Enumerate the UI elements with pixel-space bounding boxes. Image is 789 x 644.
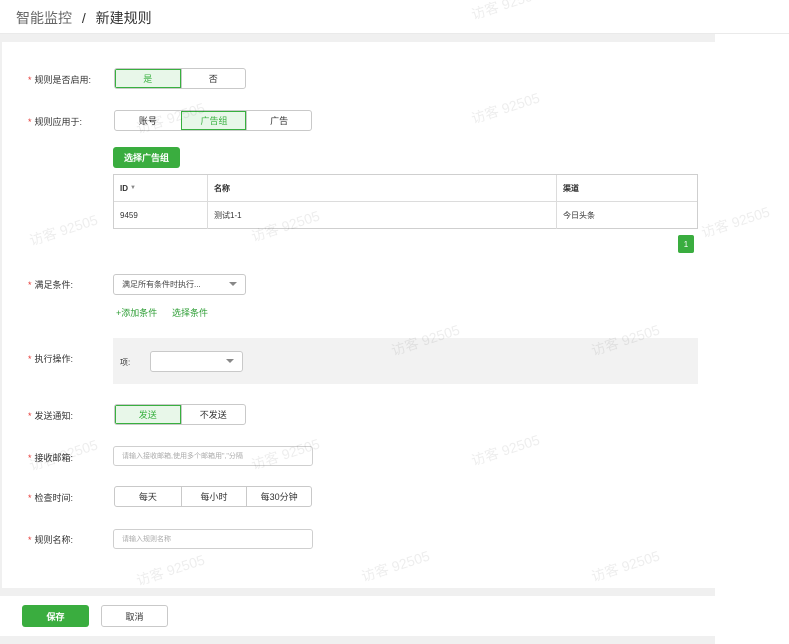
adgroup-table: ID ▼ 名称 渠道 9459 测试1-1 今日头条 — [113, 174, 698, 229]
form-card — [2, 42, 715, 588]
cancel-button[interactable]: 取消 — [101, 605, 168, 627]
breadcrumb: 智能监控 / 新建规则 — [16, 8, 152, 28]
enable-label: * 规则是否启用: — [28, 75, 92, 85]
rule-name-field[interactable]: 请输入规则名称 — [113, 529, 313, 549]
breadcrumb-root[interactable]: 智能监控 — [16, 10, 72, 26]
table-cell-channel: 今日头条 — [556, 202, 697, 229]
pagination-page-button[interactable]: 1 — [678, 235, 694, 253]
table-cell-id: 9459 — [120, 211, 138, 220]
apply-to-option-ad[interactable]: 广告 — [246, 111, 311, 130]
required-mark: * — [28, 75, 32, 85]
apply-to-label: * 规则应用于: — [28, 117, 83, 127]
condition-select-value: 满足所有条件时执行... — [122, 280, 201, 289]
sort-icon[interactable]: ▼ — [130, 185, 136, 191]
table-header-name: 名称 — [207, 175, 556, 201]
action-panel: 项: — [113, 338, 698, 384]
required-mark: * — [28, 280, 32, 290]
rule-name-label: * 规则名称: — [28, 535, 74, 545]
header-bar: 智能监控 / 新建规则 — [0, 0, 789, 34]
breadcrumb-separator: / — [81, 10, 86, 26]
condition-select[interactable]: 满足所有条件时执行... — [113, 274, 246, 295]
required-mark: * — [28, 453, 32, 463]
required-mark: * — [28, 117, 32, 127]
condition-label: * 满足条件: — [28, 280, 74, 290]
required-mark: * — [28, 411, 32, 421]
notify-label: * 发送通知: — [28, 411, 74, 421]
table-header-channel: 渠道 — [556, 175, 697, 201]
apply-to-option-account[interactable]: 账号 — [115, 111, 181, 130]
check-time-option-daily[interactable]: 每天 — [115, 487, 181, 506]
enable-toggle-group: 是 否 — [114, 68, 246, 89]
notify-option-no-send[interactable]: 不发送 — [180, 405, 246, 424]
enable-option-no[interactable]: 否 — [180, 69, 246, 88]
required-mark: * — [28, 535, 32, 545]
right-blank-area — [715, 0, 789, 644]
breadcrumb-current: 新建规则 — [95, 10, 152, 26]
add-condition-link[interactable]: +添加条件 — [116, 306, 157, 319]
email-field[interactable]: 请输入接收邮箱,使用多个邮箱用","分隔 — [113, 446, 313, 466]
notify-toggle-group: 发送 不发送 — [114, 404, 246, 425]
chevron-down-icon — [229, 282, 237, 286]
required-mark: * — [28, 354, 32, 364]
table-header-row: ID ▼ 名称 渠道 — [114, 175, 697, 202]
chevron-down-icon — [226, 359, 234, 363]
save-button[interactable]: 保存 — [22, 605, 89, 627]
check-time-label: * 检查时间: — [28, 493, 74, 503]
table-header-id[interactable]: ID ▼ — [114, 175, 207, 201]
apply-to-toggle-group: 账号 广告组 广告 — [114, 110, 312, 131]
required-mark: * — [28, 493, 32, 503]
notify-option-send[interactable]: 发送 — [115, 405, 181, 424]
enable-option-yes[interactable]: 是 — [115, 69, 181, 88]
email-label: * 接收邮箱: — [28, 453, 74, 463]
apply-to-option-adgroup[interactable]: 广告组 — [180, 111, 247, 130]
action-item-select[interactable] — [150, 351, 243, 372]
table-row: 9459 测试1-1 今日头条 — [114, 202, 697, 229]
action-item-label: 项: — [120, 358, 131, 367]
check-time-option-hourly[interactable]: 每小时 — [180, 487, 247, 506]
select-adgroup-button[interactable]: 选择广告组 — [113, 147, 180, 168]
check-time-toggle-group: 每天 每小时 每30分钟 — [114, 486, 312, 507]
choose-condition-link[interactable]: 选择条件 — [172, 306, 208, 319]
table-cell-name: 测试1-1 — [207, 202, 556, 229]
check-time-option-30min[interactable]: 每30分钟 — [246, 487, 311, 506]
action-label: * 执行操作: — [28, 354, 74, 364]
